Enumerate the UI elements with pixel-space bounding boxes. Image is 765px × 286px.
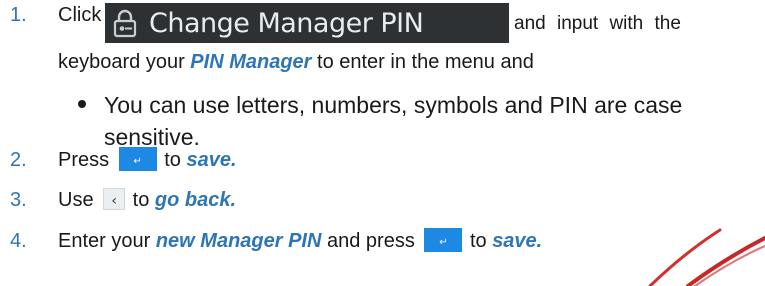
- instructions-document: 1. Click Change Manager PIN and input wit…: [0, 0, 765, 286]
- emphasis-text: PIN Manager: [190, 51, 312, 73]
- back-button[interactable]: ‹: [103, 187, 126, 210]
- enter-icon: ↵: [133, 155, 142, 167]
- emphasis-text: new Manager PIN: [155, 230, 322, 252]
- bullet-text: You can use letters, numbers, symbols an…: [104, 92, 683, 150]
- step-4: 4. Enter your new Manager PIN and press ↵…: [10, 227, 543, 254]
- enter-button[interactable]: ↵: [424, 227, 463, 252]
- step-text: to: [464, 230, 493, 252]
- step-text: keyboard your: [58, 51, 191, 73]
- step-number: 4.: [10, 230, 27, 252]
- step-number: 3.: [10, 189, 27, 211]
- step-text: and press: [321, 230, 421, 252]
- change-manager-pin-button[interactable]: Change Manager PIN: [105, 3, 509, 43]
- step-text: Press: [58, 149, 115, 171]
- change-manager-pin-label: Change Manager PIN: [149, 7, 424, 39]
- step-1-line-2: keyboard your PIN Manager to enter in th…: [58, 51, 534, 74]
- step-text: to enter in the menu and: [311, 51, 534, 73]
- step-1: 1. Click: [10, 2, 112, 28]
- step-text: Use: [58, 189, 100, 211]
- enter-icon: ↵: [439, 236, 448, 248]
- step-3: 3. Use ‹ to go back.: [10, 187, 236, 213]
- emphasis-text: save.: [492, 230, 543, 252]
- bullet-point: [78, 100, 86, 108]
- step-text: to: [158, 149, 187, 171]
- back-arrow-icon: ‹: [111, 192, 117, 209]
- red-marker-stroke: [648, 228, 765, 286]
- step-text: and input with the: [514, 13, 681, 34]
- step-2: 2. Press ↵ to save.: [10, 146, 237, 173]
- step-text: Enter your: [58, 230, 156, 252]
- emphasis-text: save.: [186, 149, 237, 171]
- lock-icon: [113, 9, 137, 38]
- emphasis-text: go back.: [154, 189, 237, 211]
- step-text: Click: [58, 4, 102, 26]
- step-number: 2.: [10, 149, 27, 171]
- enter-button[interactable]: ↵: [118, 146, 157, 171]
- step-text: to: [127, 189, 155, 211]
- step-number: 1.: [10, 4, 27, 26]
